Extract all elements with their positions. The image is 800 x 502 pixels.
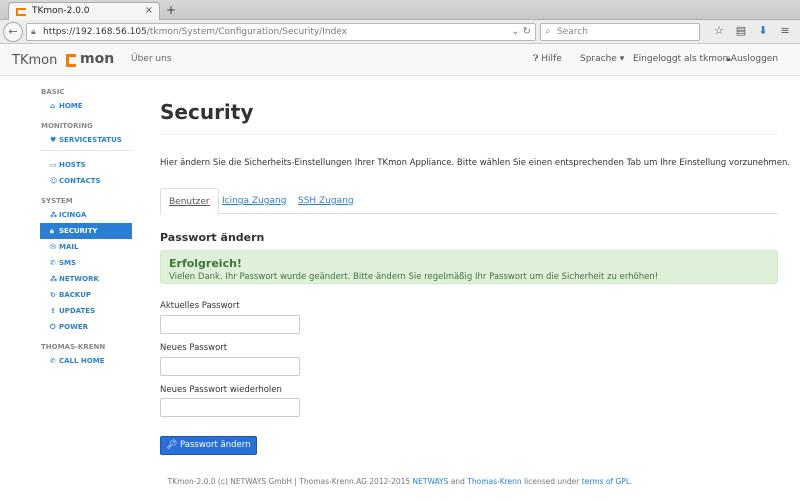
monitor-icon: ▭	[50, 161, 57, 169]
phone-icon: ✆	[50, 259, 56, 267]
sidebar-item-updates[interactable]: ⇪ Updates	[40, 303, 132, 319]
user-icon: ☺	[50, 177, 58, 185]
tkmon-logo: mon	[66, 51, 114, 68]
new-password-field[interactable]	[160, 357, 300, 376]
footer: TKmon-2.0.0 (c) NETWAYS GmbH | Thomas-Kr…	[167, 477, 633, 486]
back-button[interactable]: ←	[3, 22, 23, 42]
change-password-button[interactable]: 🔑︎ Passwort ändern	[160, 436, 257, 455]
section-title: Passwort ändern	[160, 231, 265, 244]
current-password-label: Aktuelles Passwort	[160, 301, 240, 311]
tab-icinga-zugang[interactable]: Icinga Zugang	[214, 188, 294, 214]
sidebar-item-backup[interactable]: ↻ Backup	[40, 287, 132, 303]
sidebar-heading-system: System	[41, 197, 73, 205]
page-title: Security	[160, 100, 254, 124]
intro-text: Hier ändern Sie die Sicherheits-Einstell…	[160, 158, 791, 168]
browser-tab[interactable]: TKmon-2.0.0 ×	[8, 2, 160, 20]
new-password-label: Neues Passwort	[160, 343, 228, 353]
heart-icon: ♥	[50, 136, 57, 144]
sidebar-item-contacts[interactable]: ☺ Contacts	[40, 173, 132, 189]
phone-icon: ✆	[50, 357, 56, 365]
logged-in-label: Eingeloggt als tkmon	[633, 54, 729, 64]
search-placeholder: Search	[557, 27, 588, 37]
security-tabs: Benutzer Icinga Zugang SSH Zugang	[160, 188, 778, 215]
upload-icon: ⇪	[50, 307, 56, 315]
logo-text: mon	[80, 51, 115, 67]
sidebar-item-servicestatus[interactable]: ♥ Servicestatus	[40, 132, 132, 148]
star-icon[interactable]: ☆	[708, 24, 730, 37]
current-password-field[interactable]	[160, 315, 300, 334]
icinga-icon: ⁂	[50, 211, 58, 219]
tab-title: TKmon-2.0.0	[32, 6, 90, 16]
about-link[interactable]: Über uns	[131, 54, 172, 64]
browser-tabbar: TKmon-2.0.0 × +	[0, 0, 800, 20]
refresh-icon: ↻	[50, 291, 56, 299]
sidebar: Basic ⌂ Home Monitoring ♥ Servicestatus ▭ H…	[40, 86, 132, 369]
power-icon: ⏻	[50, 323, 56, 331]
reader-icon[interactable]: ▤	[730, 24, 752, 37]
search-icon: ⌕	[545, 26, 551, 37]
browser-navbar: ← 🔒︎ https://192.168.56.105/tkmon/System…	[0, 20, 800, 44]
sidebar-item-hosts[interactable]: ▭ Hosts	[40, 157, 132, 173]
browser-toolbar-icons: ☆ ▤ ⬇ ≡	[708, 24, 796, 37]
download-icon[interactable]: ⬇	[752, 24, 774, 37]
app-header: TKmon mon Über uns ❓︎ Hilfe Sprache ▾ Ei…	[0, 44, 800, 76]
language-dropdown[interactable]: Sprache ▾	[580, 54, 624, 64]
title-divider	[160, 134, 778, 135]
sidebar-item-call-home[interactable]: ✆ Call Home	[40, 353, 132, 369]
brand-name[interactable]: TKmon	[12, 53, 57, 68]
repeat-password-field[interactable]	[160, 398, 300, 417]
caret-down-icon: ▾	[616, 54, 625, 64]
sidebar-heading-thomas-krenn: Thomas-Krenn	[41, 343, 106, 351]
tab-benutzer[interactable]: Benutzer	[160, 188, 219, 215]
mail-icon: ✉	[50, 243, 56, 251]
logout-link[interactable]: 🔒︎Ausloggen	[726, 54, 778, 64]
sidebar-item-network[interactable]: ⁂ Network	[40, 271, 132, 287]
tkmon-favicon-icon	[16, 7, 26, 17]
reload-icon[interactable]: ⌄ ↻	[511, 26, 531, 37]
sidebar-item-home[interactable]: ⌂ Home	[40, 98, 132, 114]
sidebar-item-icinga[interactable]: ⁂ Icinga	[40, 207, 132, 223]
sidebar-item-sms[interactable]: ✆ SMS	[40, 255, 132, 271]
success-alert: Erfolgreich! Vielen Dank. Ihr Passwort w…	[160, 250, 778, 284]
alert-title: Erfolgreich!	[169, 257, 242, 270]
main-content: Security Hier ändern Sie die Sicherheits…	[160, 88, 790, 455]
repeat-password-label: Neues Passwort wiederholen	[160, 385, 282, 395]
key-icon: 🔑︎	[166, 440, 181, 450]
help-link[interactable]: ❓︎ Hilfe	[533, 54, 562, 64]
new-tab-icon[interactable]: +	[166, 3, 176, 17]
tab-ssh-zugang[interactable]: SSH Zugang	[290, 188, 362, 214]
network-icon: ⁂	[50, 275, 58, 283]
alert-text: Vielen Dank. Ihr Passwort wurde geändert…	[169, 272, 659, 282]
lock-icon: 🔒︎	[31, 27, 36, 37]
gpl-link[interactable]: terms of GPL	[582, 477, 630, 486]
sidebar-item-security[interactable]: 🔒︎ Security	[40, 223, 132, 239]
url-bar[interactable]: 🔒︎ https://192.168.56.105/tkmon/System/C…	[26, 23, 536, 41]
search-bar[interactable]: ⌕ Search	[540, 23, 700, 41]
sidebar-heading-basic: Basic	[41, 88, 65, 96]
url-text: https://192.168.56.105/tkmon/System/Conf…	[43, 27, 348, 37]
sidebar-heading-monitoring: Monitoring	[41, 122, 93, 130]
thomas-krenn-link[interactable]: Thomas-Krenn	[467, 477, 521, 486]
tab-close-icon[interactable]: ×	[145, 5, 153, 16]
home-icon: ⌂	[50, 102, 56, 110]
menu-icon[interactable]: ≡	[774, 24, 796, 37]
lock-icon: 🔒︎	[50, 227, 54, 235]
sidebar-item-power[interactable]: ⏻ Power	[40, 319, 132, 335]
netways-link[interactable]: NETWAYS	[413, 477, 449, 486]
sidebar-item-mail[interactable]: ✉ Mail	[40, 239, 132, 255]
